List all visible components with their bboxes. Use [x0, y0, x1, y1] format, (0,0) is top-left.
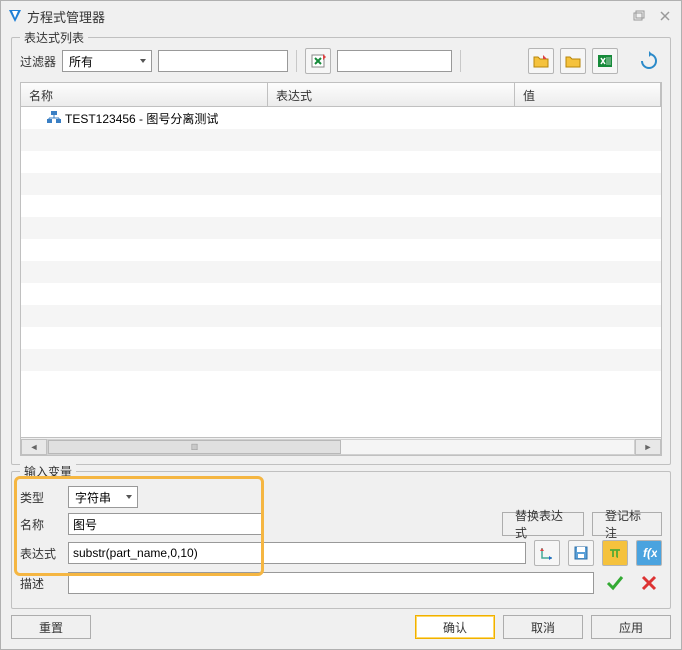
name-input[interactable]	[68, 513, 263, 535]
expression-list-title: 表达式列表	[20, 29, 88, 46]
table-row[interactable]: TEST123456 - 图号分离测试	[21, 107, 661, 129]
table-body: TEST123456 - 图号分离测试	[21, 107, 661, 437]
scroll-thumb[interactable]: ▥	[48, 440, 341, 454]
type-row: 类型 字符串	[20, 486, 662, 508]
col-expr-header[interactable]: 表达式	[268, 83, 515, 106]
horizontal-scrollbar[interactable]: ◄ ▥ ►	[21, 437, 661, 455]
table-row[interactable]	[21, 217, 661, 239]
filter-combo[interactable]: 所有	[62, 50, 152, 72]
app-icon	[7, 8, 23, 24]
input-variable-group: 输入变量 类型 字符串 名称 替换表达式 登记标注 表达式	[11, 471, 671, 609]
close-button[interactable]	[655, 6, 675, 26]
scroll-track[interactable]: ▥	[47, 439, 635, 455]
input-variable-title: 输入变量	[20, 463, 76, 480]
table-row[interactable]	[21, 173, 661, 195]
table-row[interactable]	[21, 195, 661, 217]
excel-button[interactable]	[592, 48, 618, 74]
equation-manager-window: 方程式管理器 表达式列表 过滤器 所有	[0, 0, 682, 650]
expression-row: 表达式 f(x)	[20, 540, 662, 566]
undock-button[interactable]	[629, 6, 649, 26]
table-row[interactable]	[21, 349, 661, 371]
reset-button[interactable]: 重置	[11, 615, 91, 639]
svg-text:f(x): f(x)	[643, 546, 657, 560]
name-row: 名称 替换表达式 登记标注	[20, 512, 662, 536]
description-label: 描述	[20, 575, 60, 592]
description-row: 描述	[20, 570, 662, 596]
expression-table: 名称 表达式 值 TEST123456 - 图号分离测试	[20, 82, 662, 456]
accept-button[interactable]	[602, 570, 628, 596]
separator	[296, 50, 297, 72]
expression-input[interactable]	[68, 542, 526, 564]
window-title: 方程式管理器	[23, 7, 623, 26]
refresh-button[interactable]	[636, 48, 662, 74]
function-button[interactable]: f(x)	[636, 540, 662, 566]
table-row[interactable]	[21, 327, 661, 349]
table-row[interactable]	[21, 129, 661, 151]
chevron-down-icon	[125, 493, 133, 501]
col-name-header[interactable]: 名称	[21, 83, 268, 106]
filter-text-input[interactable]	[158, 50, 288, 72]
cancel-button[interactable]: 取消	[503, 615, 583, 639]
table-header: 名称 表达式 值	[21, 83, 661, 107]
type-combo[interactable]: 字符串	[68, 486, 138, 508]
titlebar: 方程式管理器	[1, 1, 681, 31]
filter-label: 过滤器	[20, 53, 56, 70]
chevron-down-icon	[139, 57, 147, 65]
table-row[interactable]	[21, 261, 661, 283]
disk-button[interactable]	[568, 540, 594, 566]
separator	[460, 50, 461, 72]
open-folder-button[interactable]	[560, 48, 586, 74]
replace-expression-button[interactable]: 替换表达式	[502, 512, 584, 536]
pi-button[interactable]	[602, 540, 628, 566]
cell-name: TEST123456 - 图号分离测试	[21, 110, 268, 127]
import-excel-button[interactable]	[305, 48, 331, 74]
table-row[interactable]	[21, 239, 661, 261]
table-row[interactable]	[21, 283, 661, 305]
dialog-footer: 重置 确认 取消 应用	[11, 609, 671, 639]
type-label: 类型	[20, 489, 60, 506]
expression-list-group: 表达式列表 过滤器 所有	[11, 37, 671, 465]
name-label: 名称	[20, 516, 60, 533]
table-row[interactable]	[21, 305, 661, 327]
tree-node-icon	[47, 111, 61, 125]
apply-button[interactable]: 应用	[591, 615, 671, 639]
ok-button[interactable]: 确认	[415, 615, 495, 639]
filter-toolbar: 过滤器 所有	[20, 48, 662, 74]
reject-button[interactable]	[636, 570, 662, 596]
scroll-right-button[interactable]: ►	[635, 439, 661, 455]
filter-combo-value: 所有	[69, 53, 93, 70]
content: 表达式列表 过滤器 所有	[1, 31, 681, 649]
type-combo-value: 字符串	[75, 489, 111, 506]
axis-button[interactable]	[534, 540, 560, 566]
col-value-header[interactable]: 值	[515, 83, 661, 106]
search-input[interactable]	[337, 50, 452, 72]
description-input[interactable]	[68, 572, 594, 594]
open-folder-yellow-button[interactable]	[528, 48, 554, 74]
table-row[interactable]	[21, 151, 661, 173]
scroll-left-button[interactable]: ◄	[21, 439, 47, 455]
row-name-text: TEST123456 - 图号分离测试	[65, 110, 218, 127]
expression-label: 表达式	[20, 545, 60, 562]
register-annotation-button[interactable]: 登记标注	[592, 512, 662, 536]
